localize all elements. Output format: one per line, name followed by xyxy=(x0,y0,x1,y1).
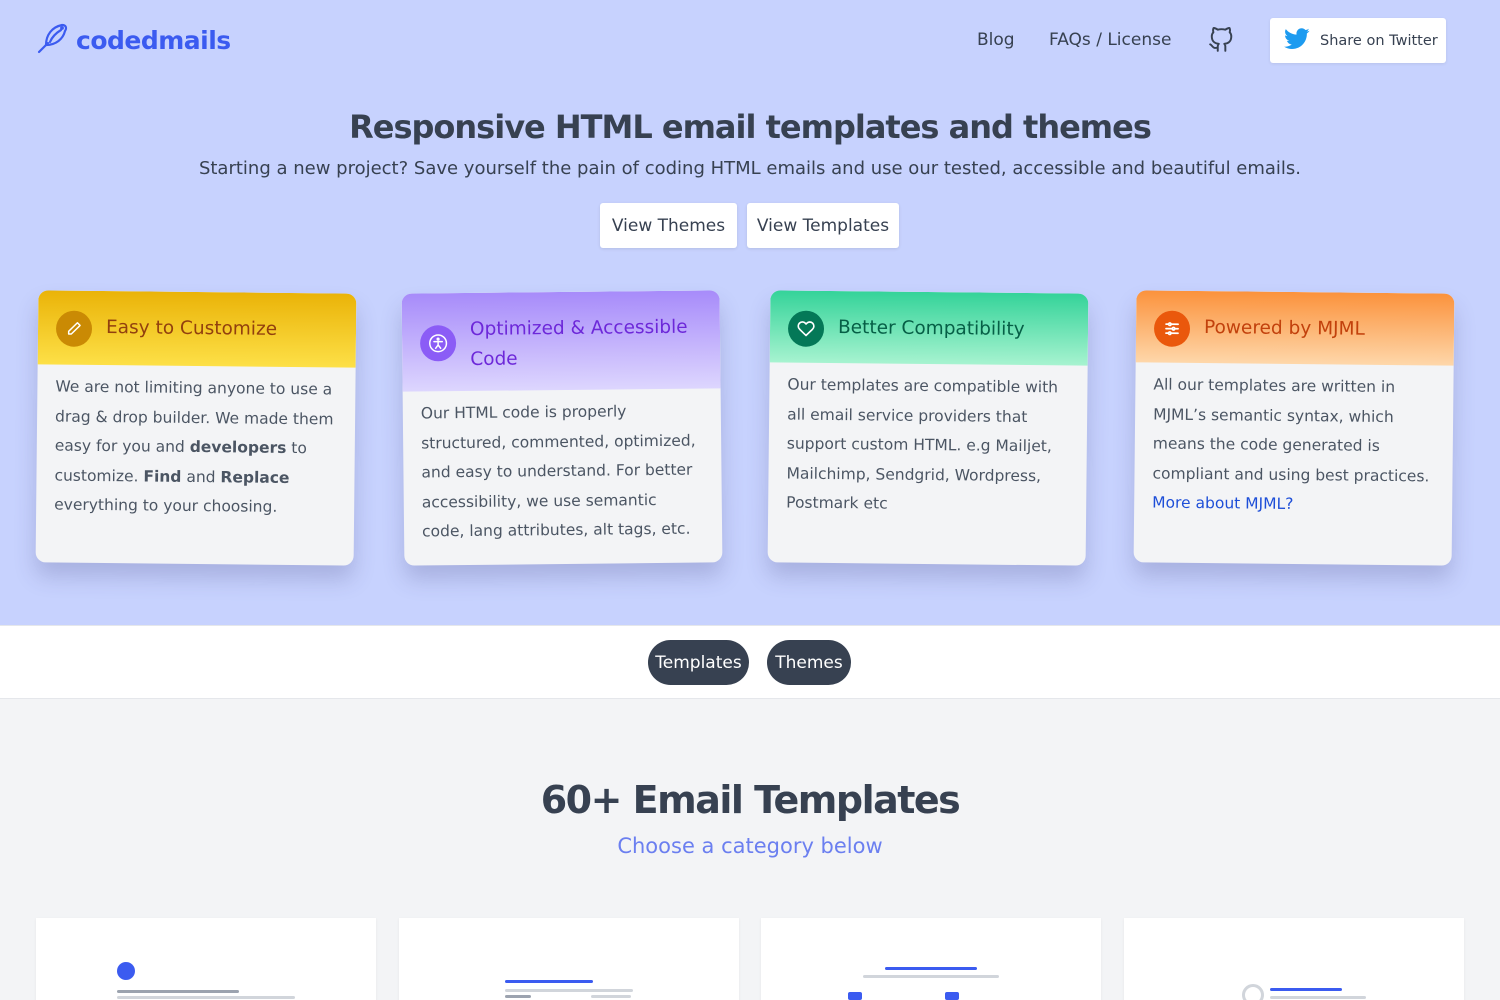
feature-title: Better Compatibility xyxy=(837,317,1025,341)
preview-line xyxy=(885,967,977,970)
preview-line xyxy=(591,995,631,998)
section-subtitle: Choose a category below xyxy=(617,834,883,858)
feature-body: Our templates are compatible with all em… xyxy=(786,375,1059,513)
preview-line xyxy=(863,975,999,978)
share-twitter-button[interactable]: Share on Twitter xyxy=(1270,18,1446,63)
feature-body: We are not limiting anyone to use a drag… xyxy=(54,377,334,516)
feature-card-customize: Easy to Customize We are not limiting an… xyxy=(35,290,357,566)
feature-body: Our HTML code is properly structured, co… xyxy=(420,402,696,541)
view-templates-button[interactable]: View Templates xyxy=(747,203,899,248)
template-category-card[interactable] xyxy=(1124,918,1464,1000)
hero-subtitle: Starting a new project? Save yourself th… xyxy=(198,158,1302,179)
section-title: 60+ Email Templates xyxy=(540,778,961,822)
preview-line xyxy=(505,989,633,992)
template-category-card[interactable] xyxy=(36,918,376,1000)
github-icon[interactable] xyxy=(1208,27,1234,53)
preview-circle xyxy=(1242,984,1264,1000)
feature-title: Easy to Customize xyxy=(105,317,278,340)
feature-card-header: Powered by MJML xyxy=(1135,290,1455,366)
tab-themes[interactable]: Themes xyxy=(767,640,851,685)
hero-title: Responsive HTML email templates and them… xyxy=(349,108,1152,146)
mjml-link[interactable]: More about MJML? xyxy=(1152,494,1293,513)
preview-dot xyxy=(117,962,135,980)
template-category-card[interactable] xyxy=(761,918,1101,1000)
feature-card-header: Better Compatibility xyxy=(769,290,1089,366)
accessibility-icon xyxy=(419,325,457,362)
feature-card-header: Optimized & Accessible Code xyxy=(401,290,721,392)
feature-card-header: Easy to Customize xyxy=(37,290,357,368)
feature-card-compatibility: Better Compatibility Our templates are c… xyxy=(767,290,1089,566)
feature-title: Optimized & Accessible Code xyxy=(469,316,688,370)
preview-line xyxy=(117,996,295,999)
view-themes-button[interactable]: View Themes xyxy=(600,203,737,248)
feature-card-accessible: Optimized & Accessible Code Our HTML cod… xyxy=(401,290,723,566)
heart-icon xyxy=(787,310,825,347)
feature-card-mjml: Powered by MJML All our templates are wr… xyxy=(1133,290,1455,566)
logo[interactable]: codedmails xyxy=(36,22,231,58)
category-tabbar: Templates Themes xyxy=(0,625,1500,699)
preview-line xyxy=(505,980,593,983)
preview-line xyxy=(1270,996,1366,999)
logo-text: codedmails xyxy=(76,25,231,55)
pencil-icon xyxy=(55,310,93,347)
feature-body: All our templates are written in MJML’s … xyxy=(1152,375,1430,513)
preview-line xyxy=(117,990,239,993)
twitter-icon xyxy=(1284,27,1310,54)
template-category-card[interactable] xyxy=(399,918,739,1000)
nav-faqs-link[interactable]: FAQs / License xyxy=(1049,30,1171,50)
preview-block xyxy=(945,992,959,1000)
preview-block xyxy=(848,992,862,1000)
preview-line xyxy=(505,995,531,998)
tab-templates[interactable]: Templates xyxy=(648,640,749,685)
list-icon xyxy=(1153,310,1191,347)
preview-line xyxy=(1270,988,1342,991)
feature-title: Powered by MJML xyxy=(1203,317,1365,340)
nav-blog-link[interactable]: Blog xyxy=(977,30,1015,50)
share-twitter-label: Share on Twitter xyxy=(1320,32,1438,49)
bird-icon xyxy=(36,21,70,59)
